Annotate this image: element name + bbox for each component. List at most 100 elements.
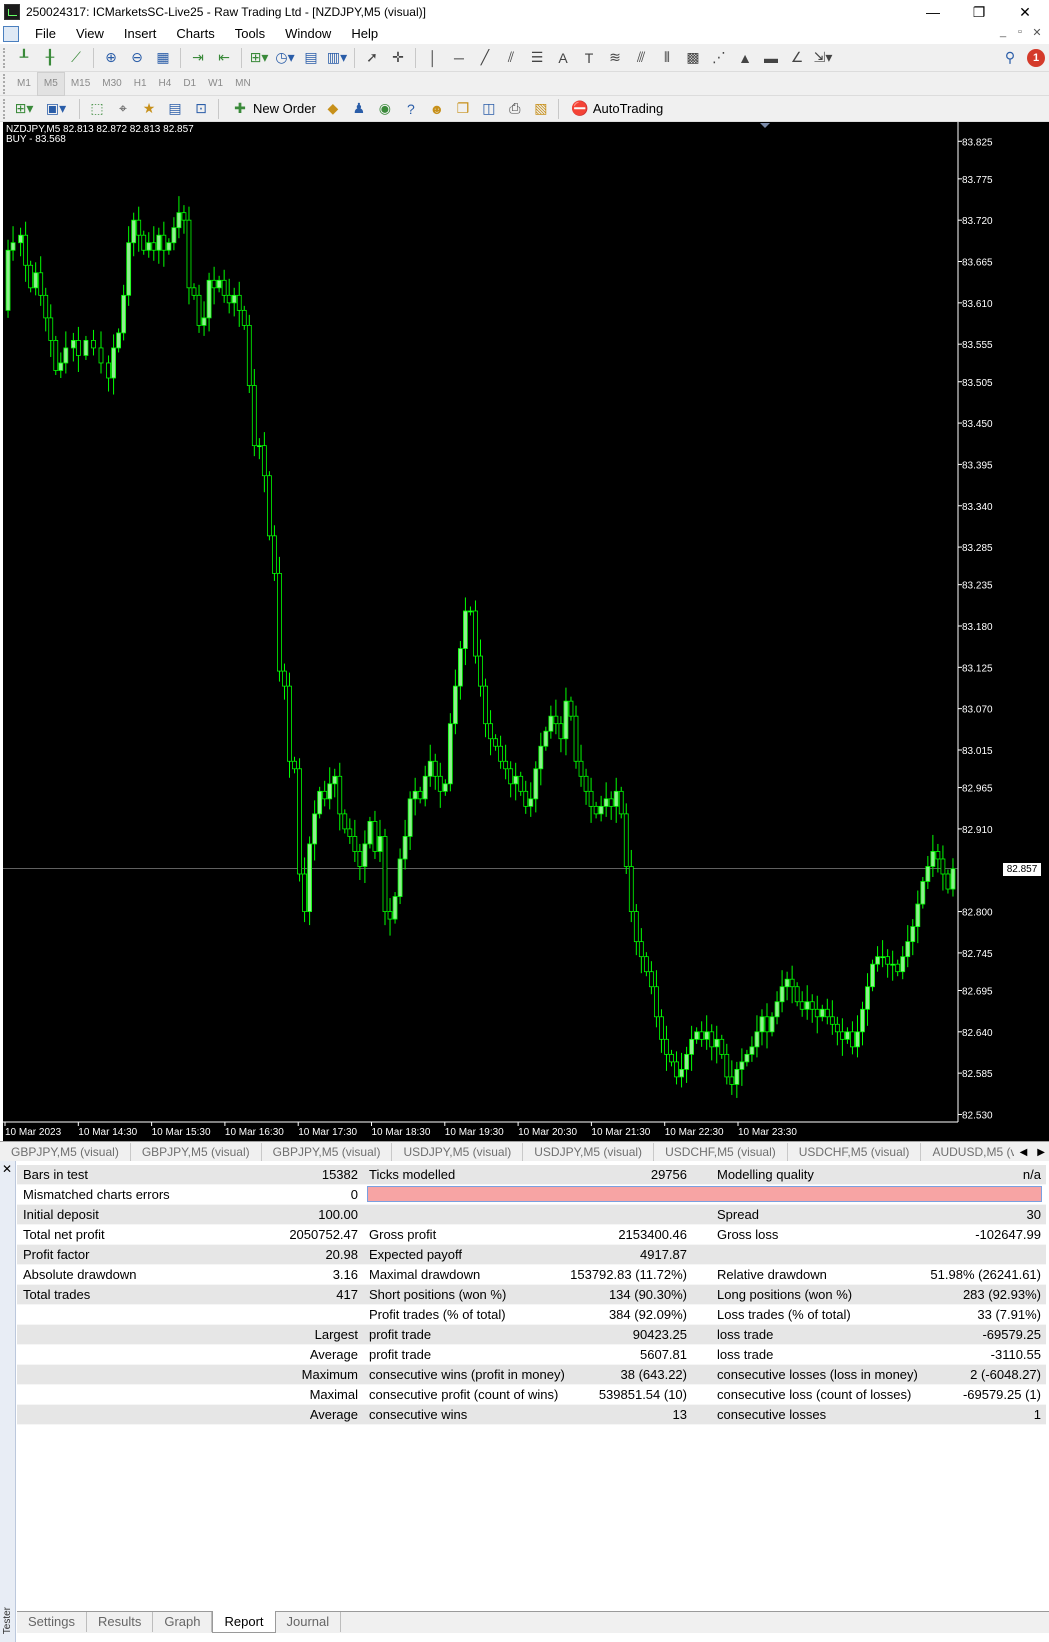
text-icon[interactable]: A xyxy=(552,47,574,69)
menu-file[interactable]: File xyxy=(25,24,66,44)
market-icon[interactable]: ◉ xyxy=(374,98,396,120)
chart-tab[interactable]: GBPJPY,M5 (visual) xyxy=(131,1142,262,1161)
window-icon[interactable]: ◫ xyxy=(478,98,500,120)
periods-icon[interactable]: ◷▾ xyxy=(274,47,296,69)
copy-icon[interactable]: ❐ xyxy=(452,98,474,120)
x-tick-label: 10 Mar 14:30 xyxy=(78,1127,137,1138)
crosshair-icon[interactable]: ✛ xyxy=(387,47,409,69)
chart-window-icon[interactable] xyxy=(3,26,19,42)
candle-body xyxy=(372,820,378,852)
timeframe-d1[interactable]: D1 xyxy=(177,73,202,95)
chart-tab[interactable]: USDJPY,M5 (visual) xyxy=(392,1142,524,1161)
timeframe-m30[interactable]: M30 xyxy=(96,73,127,95)
chart-shift-icon[interactable]: ⇤ xyxy=(213,47,235,69)
strategy-tester-icon[interactable]: ⊡ xyxy=(190,98,212,120)
timeframe-h1[interactable]: H1 xyxy=(128,73,153,95)
trendline-icon[interactable]: ╱ xyxy=(474,47,496,69)
candle-body xyxy=(915,903,921,928)
tab-settings[interactable]: Settings xyxy=(17,1612,87,1632)
help-icon[interactable]: ? xyxy=(400,98,422,120)
new-chart-icon[interactable]: ⊞▾ xyxy=(13,98,35,120)
menu-insert[interactable]: Insert xyxy=(114,24,167,44)
parallel-channel-icon[interactable]: ⫻ xyxy=(630,47,652,69)
price-chart[interactable]: 83.825 83.775 83.720 83.665 83.610 83.555 83.5… xyxy=(3,122,1049,1141)
tab-results[interactable]: Results xyxy=(87,1612,154,1632)
mdi-minimize-icon[interactable]: _ xyxy=(996,26,1010,38)
terminal-icon[interactable]: ▤ xyxy=(164,98,186,120)
menu-tools[interactable]: Tools xyxy=(225,24,275,44)
angle-icon[interactable]: ∠ xyxy=(786,47,808,69)
timeframe-h4[interactable]: H4 xyxy=(153,73,178,95)
tile-windows-icon[interactable]: ▦ xyxy=(152,47,174,69)
timeframe-w1[interactable]: W1 xyxy=(202,73,229,95)
report-cell-c2: Average xyxy=(309,1407,358,1422)
templates-icon[interactable]: ▤ xyxy=(300,47,322,69)
chart-tab[interactable]: GBPJPY,M5 (visual) xyxy=(262,1142,393,1161)
navigator-icon[interactable]: ★ xyxy=(138,98,160,120)
signals-icon[interactable]: ♟ xyxy=(348,98,370,120)
auto-scroll-icon[interactable]: ⇥ xyxy=(187,47,209,69)
grid-icon[interactable]: ▩ xyxy=(682,47,704,69)
timeframe-mn[interactable]: MN xyxy=(229,73,257,95)
fibonacci-icon[interactable]: ☰ xyxy=(526,47,548,69)
report-cell-c4: 5607.81 xyxy=(640,1347,687,1362)
mdi-close-icon[interactable]: ✕ xyxy=(1030,26,1044,39)
metaeditor-icon[interactable]: ◆ xyxy=(322,98,344,120)
tab-scroll-right-icon[interactable]: ▶ xyxy=(1037,1147,1045,1158)
vertical-line-icon[interactable]: │ xyxy=(422,47,444,69)
candle-body xyxy=(307,843,313,912)
arrows-icon[interactable]: ⇲▾ xyxy=(812,47,834,69)
autotrading-button[interactable]: ⛔ AutoTrading xyxy=(563,98,667,120)
chart-tab[interactable]: USDCHF,M5 (visual) xyxy=(654,1142,788,1161)
chart-tab[interactable]: USDJPY,M5 (visual) xyxy=(523,1142,655,1161)
new-order-button[interactable]: ✚ New Order xyxy=(223,98,320,120)
report-cell-c3: Gross profit xyxy=(369,1227,437,1242)
gann-fan-icon[interactable]: ⋰ xyxy=(708,47,730,69)
candle-body xyxy=(719,1038,725,1055)
menu-help[interactable]: Help xyxy=(341,24,388,44)
search-icon[interactable]: ⚲ xyxy=(999,47,1021,69)
mdi-restore-icon[interactable]: ▫ xyxy=(1013,26,1027,38)
tab-scroll-left-icon[interactable]: ◀ xyxy=(1020,1147,1028,1158)
close-panel-icon[interactable]: ✕ xyxy=(2,1163,12,1175)
fibo-fan-icon[interactable]: ≋ xyxy=(604,47,626,69)
tab-journal[interactable]: Journal xyxy=(276,1612,342,1632)
zoom-out-icon[interactable]: ⊖ xyxy=(126,47,148,69)
chart-tab[interactable]: USDCHF,M5 (visual) xyxy=(788,1142,922,1161)
chart-template-icon[interactable]: ▥▾ xyxy=(326,47,348,69)
menu-charts[interactable]: Charts xyxy=(166,24,224,44)
channel-icon[interactable]: ⫽ xyxy=(500,47,522,69)
tab-report[interactable]: Report xyxy=(212,1611,276,1633)
candle-body xyxy=(63,347,69,364)
triangle-icon[interactable]: ▲ xyxy=(734,47,756,69)
chart-tab[interactable]: GBPJPY,M5 (visual) xyxy=(0,1142,131,1161)
candle-body xyxy=(729,1076,735,1085)
minimize-button[interactable]: — xyxy=(910,0,956,24)
bar-chart-icon[interactable]: ┸ xyxy=(13,47,35,69)
data-window-icon[interactable]: ⌖ xyxy=(112,98,134,120)
zoom-in-icon[interactable]: ⊕ xyxy=(100,47,122,69)
market-watch-icon[interactable]: ⬚ xyxy=(86,98,108,120)
menu-view[interactable]: View xyxy=(66,24,114,44)
menu-window[interactable]: Window xyxy=(275,24,341,44)
cursor-icon[interactable]: ➚ xyxy=(361,47,383,69)
indicators-icon[interactable]: ⊞▾ xyxy=(248,47,270,69)
candlestick-icon[interactable]: ╂ xyxy=(39,47,61,69)
timeframe-m1[interactable]: M1 xyxy=(11,73,37,95)
cycle-lines-icon[interactable]: ⦀ xyxy=(656,47,678,69)
horizontal-line-icon[interactable]: ─ xyxy=(448,47,470,69)
timeframe-m15[interactable]: M15 xyxy=(65,73,96,95)
timeframe-m5[interactable]: M5 xyxy=(36,71,65,96)
candle-body xyxy=(588,790,594,807)
text-label-icon[interactable]: T xyxy=(578,47,600,69)
tab-graph[interactable]: Graph xyxy=(153,1612,213,1632)
notifications-icon[interactable]: 1 xyxy=(1025,47,1047,69)
restore-button[interactable]: ❐ xyxy=(956,0,1002,24)
print-icon[interactable]: ⎙ xyxy=(504,98,526,120)
line-chart-icon[interactable]: ⟋ xyxy=(65,47,87,69)
rectangle-icon[interactable]: ▬ xyxy=(760,47,782,69)
community-icon[interactable]: ☻ xyxy=(426,98,448,120)
close-button[interactable]: ✕ xyxy=(1002,0,1048,24)
save-icon[interactable]: ▧ xyxy=(530,98,552,120)
profiles-icon[interactable]: ▣▾ xyxy=(45,98,67,120)
